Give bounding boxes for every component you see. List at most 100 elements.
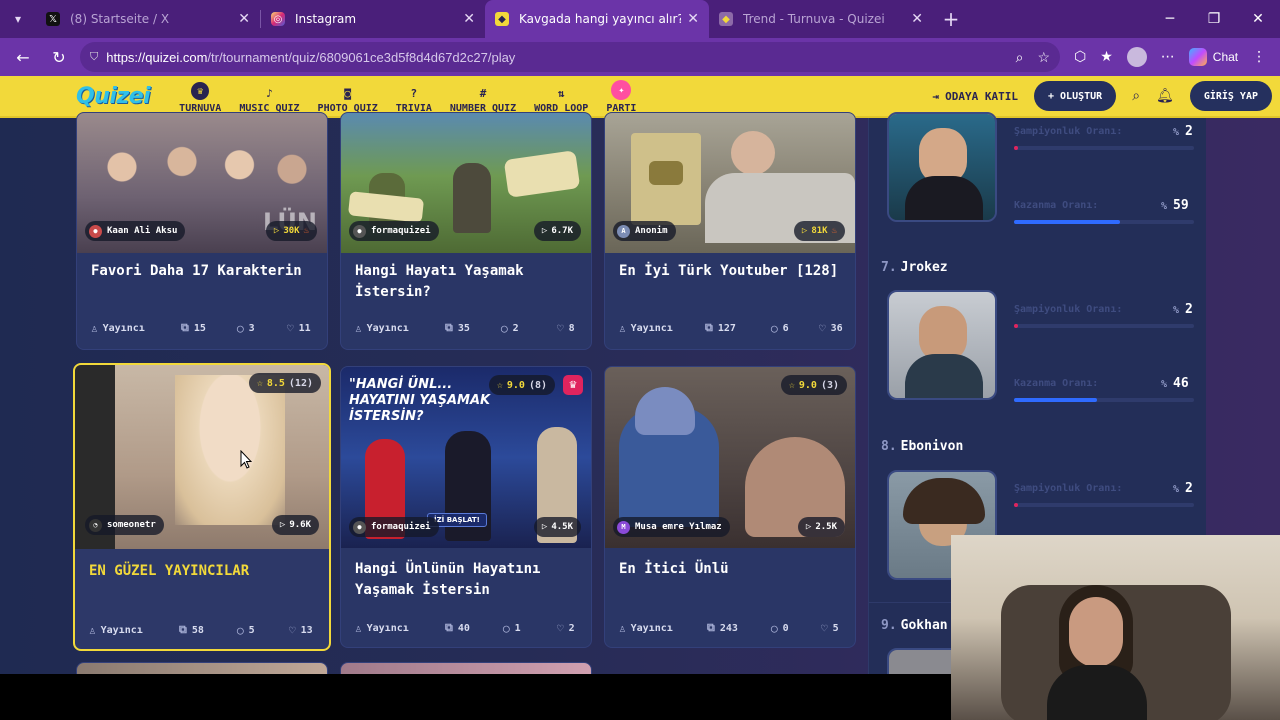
quiz-thumbnail: ● formaquizei ▷ 6.7K [341, 113, 591, 253]
copilot-chat-button[interactable]: Chat [1188, 48, 1238, 66]
reload-button[interactable]: ↻ [44, 42, 74, 72]
login-button[interactable]: GİRİŞ YAP [1189, 81, 1272, 111]
close-window-icon[interactable]: ✕ [1236, 0, 1280, 38]
win-rate-label: Kazanma Oranı: [1014, 378, 1099, 389]
images-icon: ⧉ [445, 621, 453, 634]
instagram-icon: ◎ [271, 12, 285, 26]
menu-word-loop[interactable]: ⇅ WORD LOOP [525, 78, 597, 114]
win-rate-fill [1014, 220, 1121, 224]
comment-count[interactable]: ◯ 0 [771, 622, 821, 635]
back-button[interactable]: ← [8, 42, 38, 72]
comment-count[interactable]: ◯ 5 [237, 624, 289, 637]
menu-photo-quiz[interactable]: ◙ PHOTO QUIZ [309, 78, 387, 114]
quiz-thumbnail: ☆ 8.5 (12) ◔ someonetr ▷ 9.6K [75, 365, 329, 549]
like-count[interactable]: ♡ 36 [819, 322, 843, 335]
win-rate-bar [1014, 398, 1194, 402]
browser-tab-instagram[interactable]: ◎ Instagram ✕ [261, 0, 485, 38]
more-menu-icon[interactable]: ⋯ [1161, 49, 1175, 65]
bookmark-star-icon[interactable]: ☆ [1037, 49, 1050, 66]
like-count[interactable]: ♡ 11 [287, 322, 311, 335]
comment-count[interactable]: ◯ 3 [237, 322, 287, 335]
menu-turnuva[interactable]: ♛ TURNUVA [170, 78, 230, 114]
menu-trivia[interactable]: ? TRIVIA [387, 78, 441, 114]
like-count[interactable]: ♡ 13 [289, 624, 313, 637]
quiz-footer: ♙ Yayıncı ⧉ 35 ◯ 2 ♡ 8 [355, 321, 581, 335]
star-icon: ☆ [496, 379, 503, 391]
close-tab-icon[interactable]: ✕ [911, 11, 923, 27]
user-icon: ♙ [355, 621, 362, 635]
quiz-card[interactable] [340, 662, 592, 674]
site-info-icon[interactable]: ⛉ [90, 51, 98, 64]
extensions-icon[interactable]: ⬡ [1074, 49, 1086, 65]
quiz-card[interactable]: "HANGİ ÜNL... HAYATINI YAŞAMAK İSTERSİN?… [340, 366, 592, 648]
search-icon[interactable]: ⌕ [1132, 88, 1140, 104]
browser-tab-x[interactable]: 𝕏 (8) Startseite / X ✕ [36, 0, 260, 38]
author-badge[interactable]: ● formaquizei [349, 221, 439, 241]
music-note-icon: ♪ [266, 87, 273, 100]
author-badge[interactable]: ● formaquizei [349, 517, 439, 537]
author-badge[interactable]: ◔ someonetr [85, 515, 164, 535]
author-badge[interactable]: M Musa emre Yılmaz [613, 517, 730, 537]
play-count: ▷ 6.7K [533, 221, 581, 241]
quizei-logo[interactable]: Quizei [76, 84, 151, 109]
mouse-cursor-icon [240, 450, 252, 469]
close-tab-icon[interactable]: ✕ [463, 11, 475, 27]
quiz-title[interactable]: Hangi Hayatı Yaşamak İstersin? [355, 261, 581, 303]
profile-avatar[interactable] [1126, 47, 1147, 67]
main-menu: ♛ TURNUVA ♪ MUSIC QUIZ ◙ PHOTO QUIZ ? TRIVIA… [170, 78, 645, 114]
new-tab-button[interactable]: + [933, 0, 969, 38]
url-field[interactable]: ⛉ https://quizei.com/tr/tournament/quiz/… [80, 42, 1060, 72]
menu-parti[interactable]: ✦ PARTI [597, 78, 645, 114]
quiz-title[interactable]: EN GÜZEL YAYINCILAR [89, 561, 319, 582]
quiz-title[interactable]: Favori Daha 17 Karakterin [91, 261, 317, 282]
close-tab-icon[interactable]: ✕ [238, 11, 250, 27]
bell-icon[interactable]: 🔔︎ [1156, 88, 1174, 104]
quiz-title[interactable]: En İyi Türk Youtuber [128] [619, 261, 845, 282]
like-count[interactable]: ♡ 5 [821, 622, 839, 635]
like-count[interactable]: ♡ 2 [557, 622, 575, 635]
quiz-title[interactable]: Hangi Ünlünün Hayatını Yaşamak İstersin [355, 559, 581, 601]
quiz-title[interactable]: En İtici Ünlü [619, 559, 845, 580]
comment-icon: ◯ [503, 621, 510, 635]
maximize-window-icon[interactable]: ❐ [1192, 0, 1236, 38]
browser-tab-kavgada[interactable]: ◆ Kavgada hangi yayıncı alır? (Yeni) ✕ [485, 0, 709, 38]
user-icon: ♙ [619, 321, 626, 335]
author-badge[interactable]: A Anonim [613, 221, 676, 241]
close-tab-icon[interactable]: ✕ [687, 11, 699, 27]
heart-icon: ♡ [821, 621, 828, 635]
player-rank-name[interactable]: 9. Gokhan [881, 618, 948, 633]
like-count[interactable]: ♡ 8 [557, 322, 575, 335]
comment-count[interactable]: ◯ 2 [501, 322, 557, 335]
author-badge[interactable]: ● Kaan Ali Aksu [85, 221, 186, 241]
favorites-icon[interactable]: ★ [1100, 49, 1113, 65]
quiz-card[interactable]: ● formaquizei ▷ 6.7K Hangi Hayatı Yaşamak … [340, 112, 592, 350]
quiz-footer: ♙ Yayıncı ⧉ 243 ◯ 0 ♡ 5 [619, 621, 845, 635]
quiz-card[interactable]: ☆ 9.0 (3) M Musa emre Yılmaz ▷ 2.5K En İtici… [604, 366, 856, 648]
role-label: ♙ Yayıncı [619, 321, 673, 335]
quiz-card[interactable] [76, 662, 328, 674]
comment-count[interactable]: ◯ 1 [503, 622, 557, 635]
quiz-card[interactable]: A Anonim ▷ 81K ♨ En İyi Türk Youtuber [128]… [604, 112, 856, 350]
minimize-window-icon[interactable]: ─ [1148, 0, 1192, 38]
player-rank-name[interactable]: 8. Ebonivon [881, 439, 963, 454]
question-count: ⧉ 58 [179, 623, 204, 636]
play-count: ▷ 81K ♨ [793, 221, 845, 241]
fire-icon: ♨ [831, 226, 837, 236]
join-room-button[interactable]: ⇥ ODAYA KATIL [933, 90, 1018, 103]
quiz-card-highlighted[interactable]: ☆ 8.5 (12) ◔ someonetr ▷ 9.6K EN GÜZEL YAYIN… [73, 363, 331, 651]
heart-icon: ♡ [289, 623, 296, 637]
browser-tab-trend[interactable]: ◆ Trend - Turnuva - Quizei ✕ [709, 0, 933, 38]
quiz-card[interactable]: LÜN ●Kaan Ali Aksu ▷30K♨ Favori Daha 17 … [76, 112, 328, 350]
menu-music-quiz[interactable]: ♪ MUSIC QUIZ [230, 78, 308, 114]
menu-number-quiz[interactable]: # NUMBER QUIZ [441, 78, 525, 114]
role-label: ♙ Yayıncı [619, 621, 673, 635]
create-button[interactable]: + OLUŞTUR [1034, 81, 1117, 111]
comment-count[interactable]: ◯ 6 [771, 322, 819, 335]
player-rank-name[interactable]: 7. Jrokez [881, 260, 948, 275]
hash-icon: # [479, 87, 487, 100]
comment-icon: ◯ [237, 623, 244, 637]
sidebar-more-icon[interactable]: ⋮ [1252, 49, 1266, 65]
zoom-icon[interactable]: ⌕ [1016, 49, 1024, 66]
role-label: ♙ Yayıncı [355, 621, 409, 635]
tab-list-dropdown-icon[interactable]: ▾ [0, 0, 36, 38]
